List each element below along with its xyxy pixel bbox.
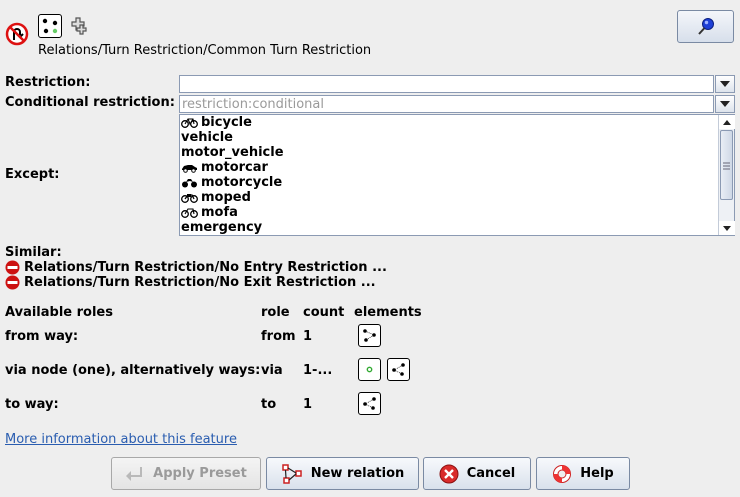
list-item[interactable]: motorcycle	[180, 175, 734, 190]
similar-title: Similar:	[5, 245, 62, 260]
role-role: via	[261, 363, 283, 378]
role-count: 1	[303, 397, 313, 412]
similar-item[interactable]: Relations/Turn Restriction/No Entry Rest…	[5, 260, 387, 275]
mofa-icon	[181, 208, 198, 218]
grip-icon	[723, 162, 730, 170]
conditional-restriction-placeholder: restriction:conditional	[182, 97, 324, 112]
conditional-restriction-combo[interactable]: restriction:conditional	[179, 95, 714, 113]
relation-type-icon	[38, 14, 62, 38]
chevron-down-icon	[720, 81, 730, 87]
pushpin-icon	[697, 17, 714, 35]
conditional-restriction-label: Conditional restriction:	[5, 95, 175, 110]
except-label: Except:	[5, 167, 60, 182]
multipolygon-icon	[68, 15, 90, 37]
role-name: from way:	[5, 329, 79, 344]
apply-preset-button[interactable]: Apply Preset	[111, 457, 261, 490]
car-icon	[182, 165, 197, 173]
list-item[interactable]: mofa	[180, 205, 734, 220]
motorcycle-icon	[182, 179, 197, 188]
help-button[interactable]: Help	[536, 457, 630, 490]
role-role: to	[261, 397, 277, 412]
except-listbox[interactable]: bicycle vehicle motor_vehicle motorcar m…	[179, 114, 735, 236]
chevron-down-icon	[720, 101, 730, 107]
chevron-down-icon	[723, 225, 731, 231]
except-scrollbar[interactable]	[718, 115, 735, 235]
roles-header-elements: elements	[354, 305, 422, 320]
role-count: 1	[303, 329, 313, 344]
restriction-dropdown-button[interactable]	[715, 75, 735, 93]
conditional-dropdown-button[interactable]	[715, 95, 735, 113]
way-icon	[358, 392, 381, 415]
chevron-up-icon	[723, 119, 731, 125]
list-item[interactable]: motor_vehicle	[180, 145, 734, 160]
bicycle-icon	[181, 118, 198, 128]
list-item[interactable]: motorcar	[180, 160, 734, 175]
list-item[interactable]: bicycle	[180, 115, 734, 130]
node-icon	[358, 358, 381, 381]
way-icon	[387, 358, 410, 381]
scroll-down-button[interactable]	[719, 221, 735, 235]
list-item[interactable]: moped	[180, 190, 734, 205]
no-entry-icon	[5, 260, 20, 275]
way-icon	[358, 324, 381, 347]
list-item[interactable]: vehicle	[180, 130, 734, 145]
restriction-label: Restriction:	[5, 75, 91, 90]
new-relation-button[interactable]: New relation	[266, 457, 419, 490]
scroll-thumb[interactable]	[720, 130, 733, 200]
role-count: 1-...	[303, 363, 333, 378]
preset-path-title: Relations/Turn Restriction/Common Turn R…	[38, 43, 372, 58]
cancel-button[interactable]: Cancel	[423, 457, 531, 490]
lifebuoy-icon	[553, 464, 572, 483]
restriction-combo[interactable]	[179, 75, 714, 93]
scroll-up-button[interactable]	[719, 115, 735, 129]
moped-icon	[181, 194, 198, 203]
role-role: from	[261, 329, 296, 344]
turn-restriction-icon	[5, 22, 29, 46]
more-info-link[interactable]: More information about this feature	[5, 432, 237, 447]
cancel-icon	[439, 464, 459, 483]
relation-network-icon	[281, 463, 302, 484]
apply-arrow-icon	[126, 466, 143, 481]
similar-item[interactable]: Relations/Turn Restriction/No Exit Restr…	[5, 275, 376, 290]
roles-header-name: Available roles	[5, 305, 113, 320]
role-name: via node (one), alternatively ways:	[5, 363, 261, 378]
list-item[interactable]: emergency	[180, 220, 734, 235]
role-name: to way:	[5, 397, 59, 412]
roles-header-role: role	[261, 305, 290, 320]
no-entry-icon	[5, 275, 20, 290]
roles-header-count: count	[303, 305, 345, 320]
pin-toolbar-button[interactable]	[677, 10, 734, 43]
